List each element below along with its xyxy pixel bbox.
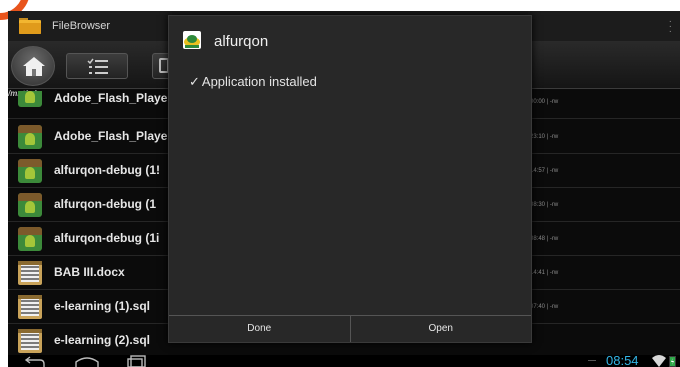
checklist-icon <box>87 58 108 74</box>
open-button[interactable]: Open <box>349 316 532 342</box>
apk-file-icon <box>18 125 42 149</box>
install-message: ✓ Application installed <box>189 74 317 90</box>
file-meta: 08:48 | -rw <box>530 236 559 242</box>
file-name: Adobe_Flash_Playe <box>54 91 168 105</box>
done-button[interactable]: Done <box>169 316 350 342</box>
apk-file-icon <box>18 91 42 107</box>
dialog-title: alfurqon <box>214 33 269 50</box>
folder-icon <box>19 18 41 34</box>
file-meta: 08:30 | -rw <box>530 202 559 208</box>
file-meta: 23:10 | -rw <box>530 134 559 140</box>
dialog-buttons: Done Open <box>169 315 531 342</box>
device-screen: FileBrowser ··· /mnt/sda Adobe_Flash_Pla… <box>8 11 680 367</box>
app-icon <box>183 31 201 49</box>
home-nav-icon[interactable] <box>74 355 100 367</box>
file-meta: 14:41 | -rw <box>530 270 559 276</box>
file-name: alfurqon-debug (1 <box>54 197 156 211</box>
back-icon[interactable] <box>24 355 46 367</box>
file-name: e-learning (1).sql <box>54 299 151 313</box>
apk-file-icon <box>18 227 42 251</box>
wifi-icon <box>652 355 666 367</box>
file-meta: 14:57 | -rw <box>530 168 559 174</box>
document-file-icon <box>18 261 42 285</box>
status-clock: 08:54 <box>606 353 639 367</box>
dialog-header: alfurqon <box>169 16 531 64</box>
file-name: Adobe_Flash_Playe <box>54 129 168 143</box>
status-divider <box>588 360 596 361</box>
app-title: FileBrowser <box>52 20 111 32</box>
apk-file-icon <box>18 159 42 183</box>
file-meta: 07:40 | -rw <box>530 304 559 310</box>
file-name: BAB III.docx <box>54 265 125 279</box>
multiselect-button[interactable] <box>66 53 128 79</box>
install-dialog: alfurqon ✓ Application installed Done Ope… <box>168 15 532 343</box>
check-icon: ✓ <box>189 74 200 89</box>
overflow-menu-icon[interactable]: · · · <box>669 17 672 37</box>
document-file-icon <box>18 329 42 353</box>
file-name: alfurqon-debug (1i <box>54 231 160 245</box>
home-icon <box>23 57 45 76</box>
recent-apps-icon[interactable] <box>126 355 148 367</box>
system-navigation-bar: 08:54 <box>8 353 680 367</box>
file-name: alfurqon-debug (1! <box>54 163 160 177</box>
file-name: e-learning (2).sql <box>54 333 151 347</box>
apk-file-icon <box>18 193 42 217</box>
home-button[interactable] <box>11 46 55 86</box>
battery-icon <box>669 356 676 367</box>
document-file-icon <box>18 295 42 319</box>
install-message-text: Application installed <box>201 74 317 89</box>
file-meta: 00:00 | -rw <box>530 99 559 105</box>
